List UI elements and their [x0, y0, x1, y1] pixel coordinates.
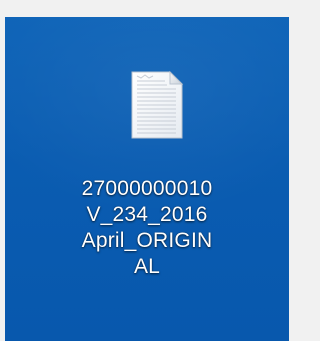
- desktop-file-icon[interactable]: [129, 70, 185, 140]
- file-name-line-3: April_ORIGIN: [81, 229, 213, 252]
- desktop-file-label[interactable]: 27000000010 V_234_2016 April_ORIGIN AL: [61, 176, 233, 280]
- text-document-icon: [131, 70, 184, 139]
- file-name-line-1: 27000000010: [81, 177, 213, 200]
- file-name-line-2: V_234_2016: [86, 203, 208, 226]
- file-name-line-4: AL: [133, 255, 161, 278]
- screenshot-frame: 27000000010 V_234_2016 April_ORIGIN AL: [0, 0, 295, 341]
- desktop-background[interactable]: 27000000010 V_234_2016 April_ORIGIN AL: [5, 17, 289, 341]
